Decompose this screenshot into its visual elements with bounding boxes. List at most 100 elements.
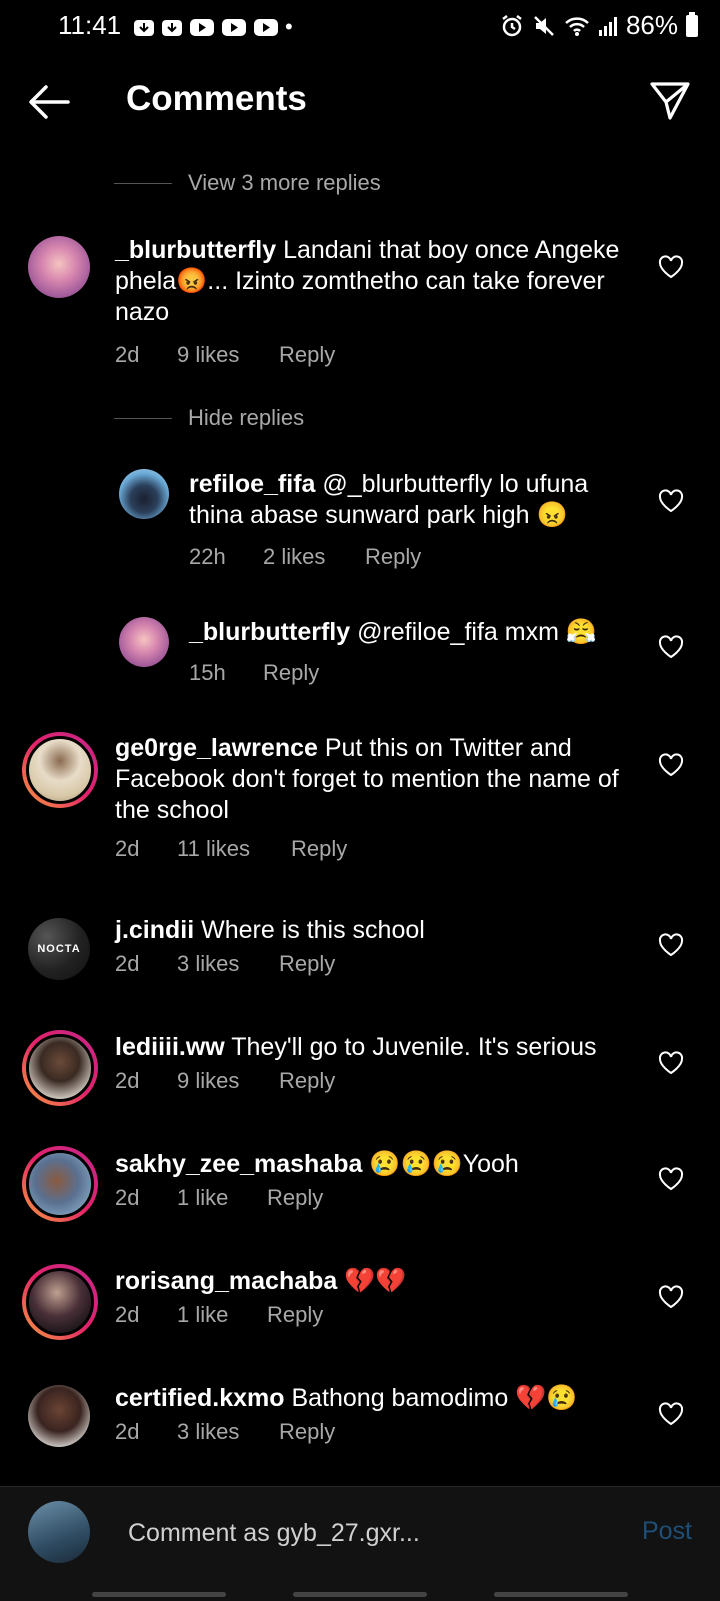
comment-username[interactable]: rorisang_machaba <box>115 1267 337 1295</box>
avatar-story-ring[interactable] <box>22 1146 98 1222</box>
nav-recents-button[interactable] <box>92 1592 226 1597</box>
status-bar: 11:41 • 86% <box>0 0 720 54</box>
comment-time: 2d <box>115 951 140 976</box>
comment-likes[interactable]: 1 like <box>177 1302 267 1328</box>
avatar <box>26 1268 94 1336</box>
avatar[interactable]: NOCTA <box>28 918 90 980</box>
comment-meta: 15h Reply <box>189 660 319 686</box>
comment-input[interactable] <box>126 1507 600 1559</box>
avatar-story-ring[interactable] <box>22 1030 98 1106</box>
avatar <box>26 736 94 804</box>
heart-icon[interactable] <box>658 1050 684 1076</box>
comment-meta: 2d 3 likes Reply <box>115 1419 335 1445</box>
avatar-story-ring[interactable] <box>22 732 98 808</box>
nav-home-button[interactable] <box>293 1592 427 1597</box>
comment-username[interactable]: certified.kxmo <box>115 1384 285 1412</box>
comment-time: 2d <box>115 342 140 367</box>
youtube-icon <box>222 19 246 36</box>
comment-time: 2d <box>115 1185 140 1210</box>
comment-meta: 2d 3 likes Reply <box>115 951 335 977</box>
avatar[interactable] <box>119 617 169 667</box>
mute-icon <box>534 15 554 36</box>
nav-back-button[interactable] <box>494 1592 628 1597</box>
post-button[interactable]: Post <box>642 1517 692 1546</box>
comment-likes[interactable]: 2 likes <box>263 544 365 570</box>
comment-text: 💔💔 <box>337 1267 407 1295</box>
hide-replies-label: Hide replies <box>188 405 305 430</box>
heart-icon[interactable] <box>658 1284 684 1310</box>
comment-text: Where is this school <box>194 916 425 944</box>
avatar[interactable] <box>119 469 169 519</box>
comment-likes[interactable]: 1 like <box>177 1185 267 1211</box>
comment-meta: 2d 1 like Reply <box>115 1185 323 1211</box>
battery-icon <box>686 11 698 37</box>
heart-icon[interactable] <box>658 254 684 280</box>
heart-icon[interactable] <box>658 634 684 660</box>
avatar[interactable] <box>28 236 90 298</box>
more-notifications-dot: • <box>285 14 293 39</box>
comment-meta: 2d 11 likes Reply <box>115 836 347 862</box>
comment-username[interactable]: lediiii.ww <box>115 1033 225 1061</box>
download-icon <box>134 20 154 36</box>
comment-likes[interactable]: 11 likes <box>177 836 291 862</box>
reply-button[interactable]: Reply <box>279 342 335 368</box>
back-arrow-icon[interactable] <box>26 82 72 122</box>
avatar-story-ring[interactable] <box>22 1264 98 1340</box>
reply-button[interactable]: Reply <box>279 951 335 977</box>
share-icon[interactable] <box>648 78 692 122</box>
heart-icon[interactable] <box>658 1166 684 1192</box>
comment-meta: 2d 1 like Reply <box>115 1302 323 1328</box>
reply-button[interactable]: Reply <box>267 1302 323 1328</box>
wifi-icon <box>565 16 589 36</box>
comment-text: They'll go to Juvenile. It's serious <box>224 1033 597 1061</box>
avatar-logo-text: NOCTA <box>37 943 81 955</box>
comment-meta: 2d 9 likes Reply <box>115 1068 335 1094</box>
gesture-nav-bar <box>0 1592 720 1600</box>
divider <box>114 182 172 184</box>
comment-time: 22h <box>189 544 226 569</box>
comment-likes[interactable]: 9 likes <box>177 342 279 368</box>
comment-time: 15h <box>189 660 226 685</box>
reply-button[interactable]: Reply <box>279 1419 335 1445</box>
hide-replies[interactable]: Hide replies <box>114 405 304 431</box>
reply-button[interactable]: Reply <box>267 1185 323 1211</box>
reply-button[interactable]: Reply <box>279 1068 335 1094</box>
view-more-replies[interactable]: View 3 more replies <box>114 170 381 196</box>
comment-likes[interactable]: 3 likes <box>177 951 279 977</box>
comment-time: 2d <box>115 1419 140 1444</box>
heart-icon[interactable] <box>658 752 684 778</box>
comment-composer: Post <box>0 1486 720 1601</box>
comment-username[interactable]: refiloe_fifa <box>189 470 315 498</box>
alarm-icon <box>502 14 522 36</box>
download-icon <box>162 20 182 36</box>
comment-username[interactable]: _blurbutterfly <box>115 236 276 264</box>
comment-username[interactable]: ge0rge_lawrence <box>115 734 318 762</box>
comment-likes[interactable]: 3 likes <box>177 1419 279 1445</box>
avatar[interactable] <box>28 1385 90 1447</box>
header: Comments <box>0 64 720 138</box>
youtube-icon <box>254 19 278 36</box>
heart-icon[interactable] <box>658 932 684 958</box>
status-time: 11:41 <box>58 10 122 40</box>
heart-icon[interactable] <box>658 1401 684 1427</box>
reply-button[interactable]: Reply <box>291 836 347 862</box>
comment-time: 2d <box>115 836 140 861</box>
page-title: Comments <box>126 79 307 118</box>
battery-percent: 86% <box>625 10 678 40</box>
comment-meta: 22h 2 likes Reply <box>189 544 421 570</box>
signal-icon <box>598 16 617 36</box>
comment-text: 😢😢😢Yooh <box>362 1150 519 1178</box>
avatar <box>26 1150 94 1218</box>
comment-text: @refiloe_fifa mxm 😤 <box>350 618 597 646</box>
youtube-icon <box>190 19 214 36</box>
notification-icons: • <box>133 14 293 40</box>
comment-likes[interactable]: 9 likes <box>177 1068 279 1094</box>
comment-username[interactable]: sakhy_zee_mashaba <box>115 1150 362 1178</box>
view-more-replies-label: View 3 more replies <box>188 170 381 195</box>
comment-text: Bathong bamodimo 💔😢 <box>284 1384 578 1412</box>
reply-button[interactable]: Reply <box>365 544 421 570</box>
comment-username[interactable]: j.cindii <box>115 916 194 944</box>
reply-button[interactable]: Reply <box>263 660 319 686</box>
heart-icon[interactable] <box>658 488 684 514</box>
comment-username[interactable]: _blurbutterfly <box>189 618 350 646</box>
